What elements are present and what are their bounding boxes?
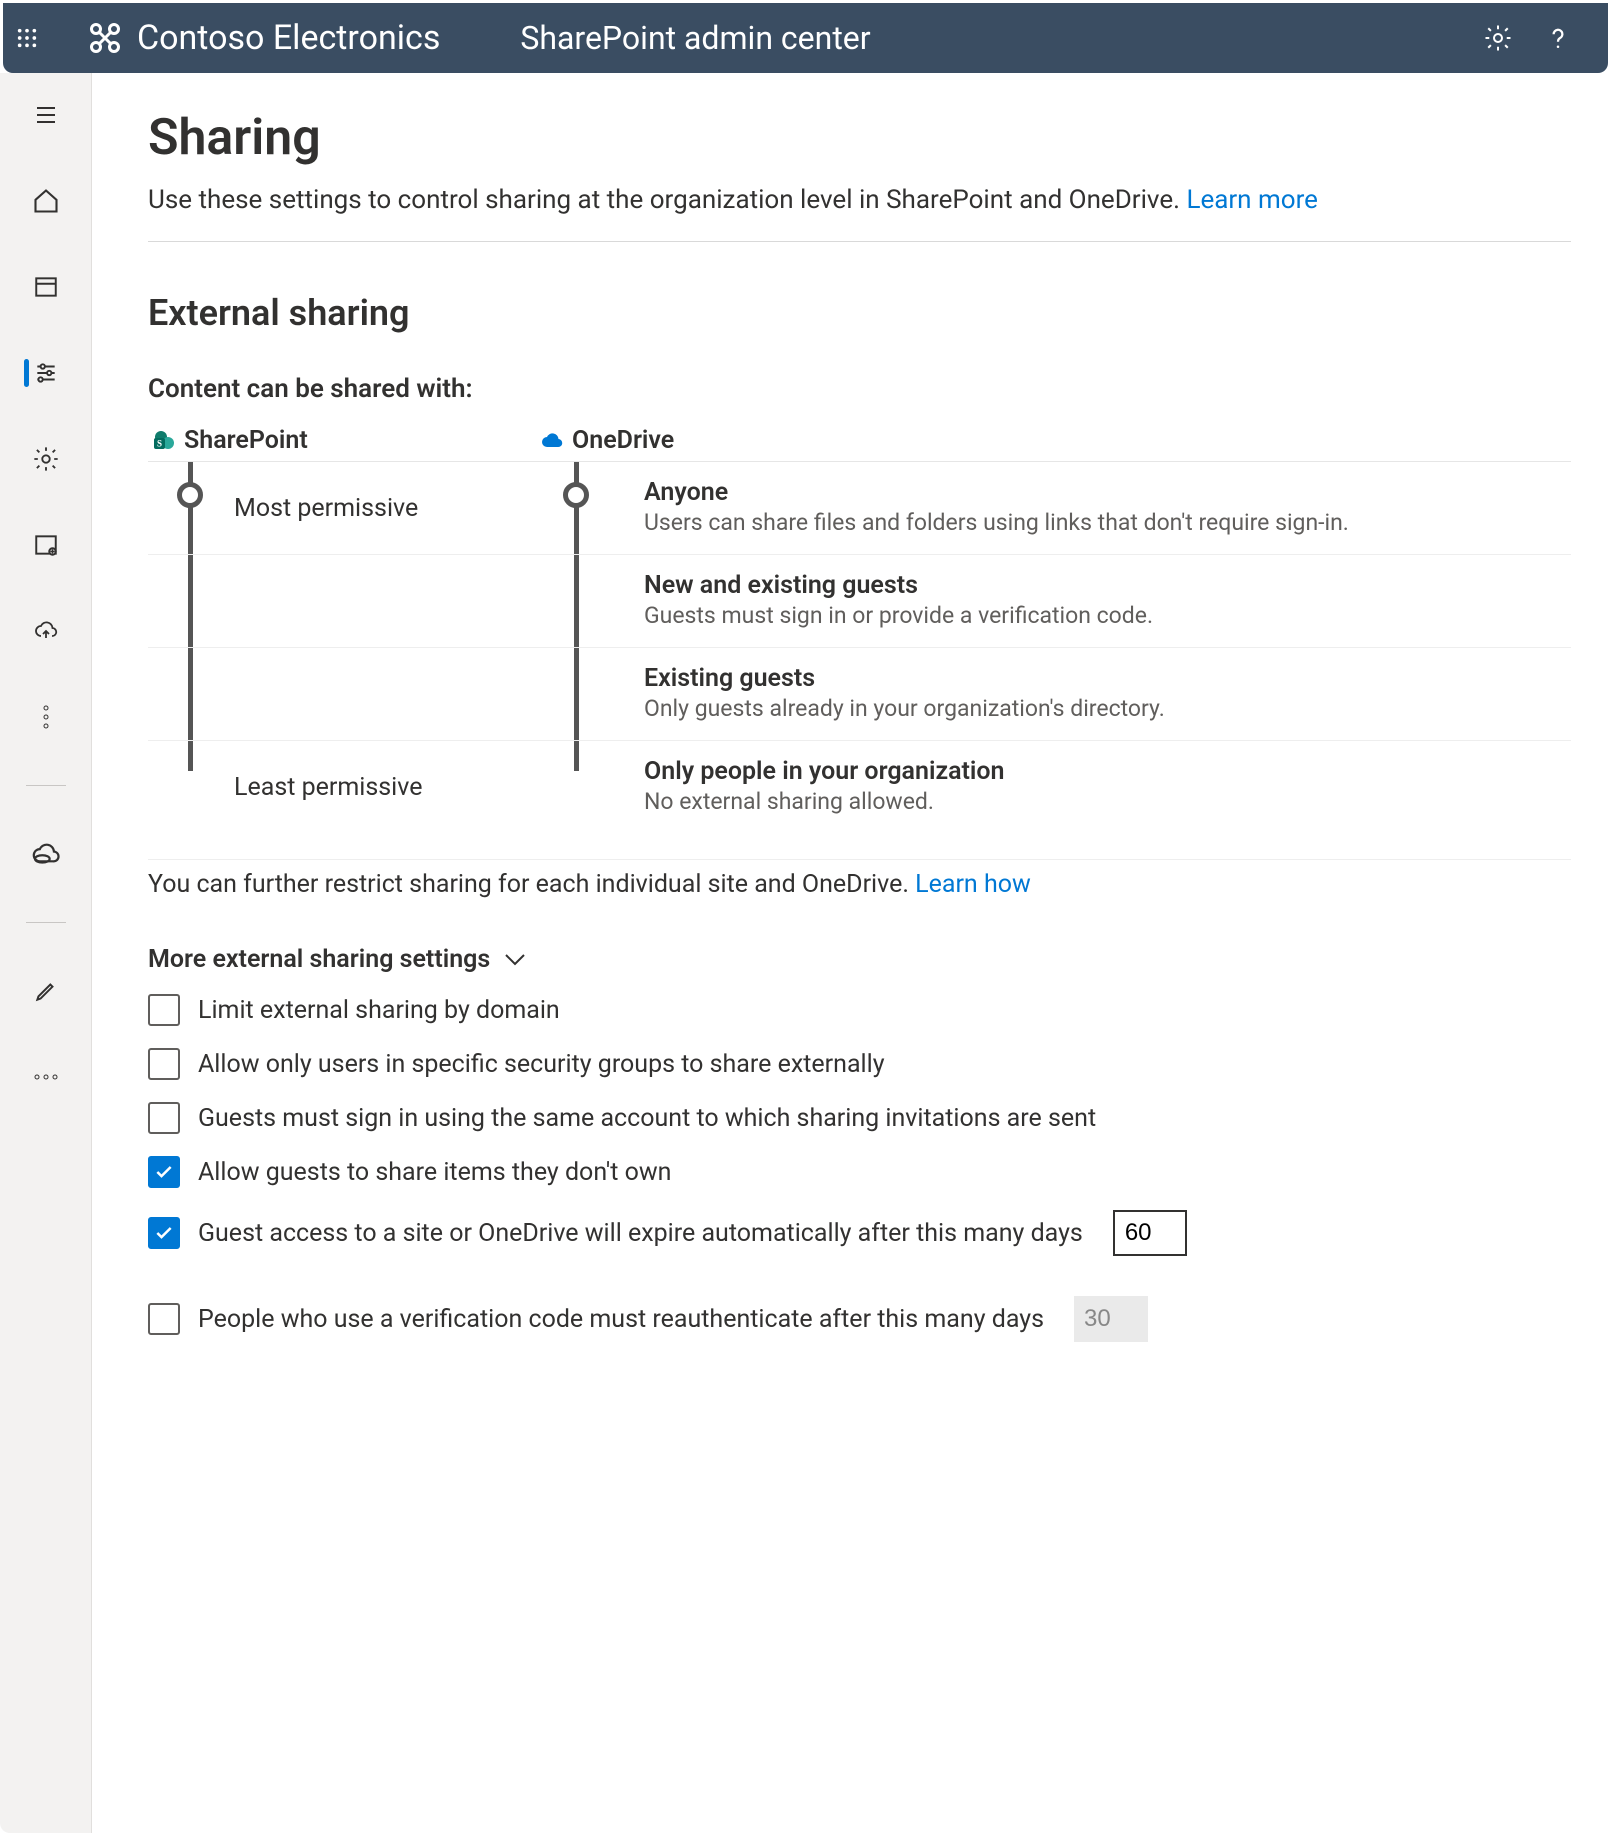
svg-text:S: S <box>157 438 162 448</box>
setting-limit-by-domain: Limit external sharing by domain <box>148 994 1571 1026</box>
sharing-level-table: Most permissive Anyone Users can share f… <box>148 462 1571 833</box>
page-title: Sharing <box>148 109 1571 167</box>
onedrive-slider-handle[interactable] <box>563 482 589 508</box>
product-sharepoint: S SharePoint <box>152 426 532 455</box>
reauth-days-input <box>1074 1296 1148 1342</box>
rail-policies-icon[interactable] <box>22 355 70 391</box>
rail-divider <box>26 785 66 786</box>
settings-icon[interactable] <box>1468 23 1528 53</box>
rail-settings-icon[interactable] <box>22 441 70 477</box>
checkbox-same-account[interactable] <box>148 1102 180 1134</box>
least-permissive-label: Least permissive <box>234 741 534 833</box>
rail-divider <box>26 922 66 923</box>
checkbox-guests-share[interactable] <box>148 1156 180 1188</box>
checkbox-reauth-days[interactable] <box>148 1303 180 1335</box>
rail-hybrid-icon[interactable] <box>22 836 70 872</box>
checkbox-guest-expire[interactable] <box>148 1217 180 1249</box>
section-external-sharing-title: External sharing <box>148 292 1571 334</box>
more-external-sharing-expander[interactable]: More external sharing settings <box>148 945 1571 974</box>
further-restrict-text: You can further restrict sharing for eac… <box>148 859 1571 899</box>
setting-same-account: Guests must sign in using the same accou… <box>148 1102 1571 1134</box>
most-permissive-label: Most permissive <box>234 462 534 554</box>
checkbox-security-groups[interactable] <box>148 1048 180 1080</box>
learn-how-link[interactable]: Learn how <box>915 870 1031 899</box>
rail-customize-icon[interactable] <box>22 973 70 1009</box>
main-content: Sharing Use these settings to control sh… <box>92 73 1611 1833</box>
onedrive-icon <box>540 432 564 450</box>
content-shared-with-label: Content can be shared with: <box>148 374 1571 404</box>
rail-migration-icon[interactable] <box>22 613 70 649</box>
left-rail <box>0 73 92 1833</box>
level-org-only-title: Only people in your organization <box>644 757 1571 786</box>
divider <box>148 241 1571 242</box>
sharepoint-icon: S <box>152 429 176 453</box>
level-new-existing-title: New and existing guests <box>644 571 1571 600</box>
app-launcher-icon[interactable] <box>3 3 51 73</box>
rail-content-services-icon[interactable] <box>22 527 70 563</box>
rail-sites-icon[interactable] <box>22 269 70 305</box>
rail-hamburger-icon[interactable] <box>22 97 70 133</box>
setting-security-groups: Allow only users in specific security gr… <box>148 1048 1571 1080</box>
setting-guests-share: Allow guests to share items they don't o… <box>148 1156 1571 1188</box>
brand: Contoso Electronics <box>87 18 440 58</box>
rail-home-icon[interactable] <box>22 183 70 219</box>
checkbox-limit-by-domain[interactable] <box>148 994 180 1026</box>
setting-reauth-days: People who use a verification code must … <box>148 1296 1571 1342</box>
brand-name: Contoso Electronics <box>137 18 440 58</box>
page-description: Use these settings to control sharing at… <box>148 185 1571 215</box>
level-existing-sub: Only guests already in your organization… <box>644 695 1571 722</box>
level-anyone-title: Anyone <box>644 478 1571 507</box>
chevron-down-icon <box>504 953 526 967</box>
brand-logo-icon <box>87 20 123 56</box>
level-new-existing-sub: Guests must sign in or provide a verific… <box>644 602 1571 629</box>
setting-guest-expire: Guest access to a site or OneDrive will … <box>148 1210 1571 1256</box>
sharepoint-slider-handle[interactable] <box>177 482 203 508</box>
guest-expire-days-input[interactable] <box>1113 1210 1187 1256</box>
rail-more-icon[interactable] <box>22 699 70 735</box>
product-onedrive: OneDrive <box>540 426 674 455</box>
level-anyone-sub: Users can share files and folders using … <box>644 509 1571 536</box>
level-org-only-sub: No external sharing allowed. <box>644 788 1571 815</box>
app-name: SharePoint admin center <box>520 19 870 57</box>
more-settings-list: Limit external sharing by domain Allow o… <box>148 994 1571 1342</box>
rail-overflow-icon[interactable] <box>22 1059 70 1095</box>
learn-more-link[interactable]: Learn more <box>1186 185 1318 215</box>
level-existing-title: Existing guests <box>644 664 1571 693</box>
topbar: Contoso Electronics SharePoint admin cen… <box>3 3 1608 73</box>
product-header-row: S SharePoint OneDrive <box>148 426 1571 462</box>
help-icon[interactable] <box>1528 23 1588 53</box>
